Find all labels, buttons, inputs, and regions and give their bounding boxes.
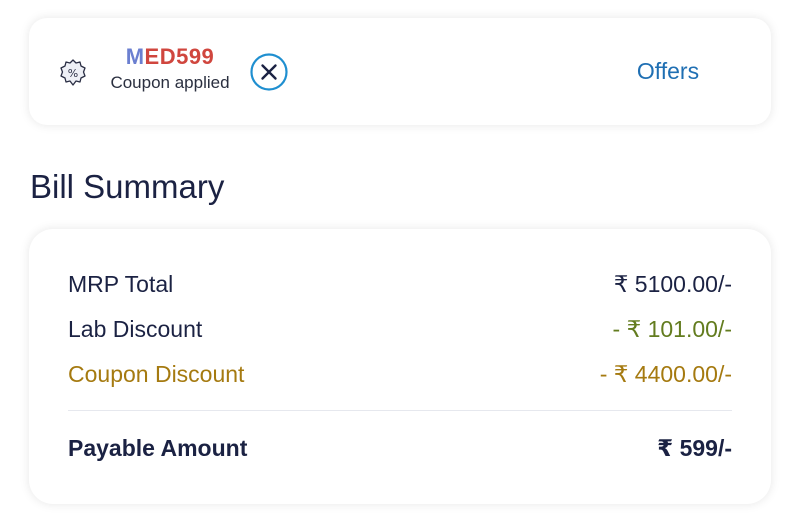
- summary-divider: [68, 410, 732, 411]
- coupon-code-rest: ED599: [144, 44, 215, 69]
- remove-coupon-button[interactable]: [249, 52, 289, 92]
- coupon-discount-value: - ₹ 4400.00/-: [599, 361, 732, 387]
- payable-amount-row: Payable Amount ₹ 599/-: [68, 431, 732, 465]
- coupon-discount-label: Coupon Discount: [68, 361, 245, 387]
- payable-amount-value: ₹ 599/-: [657, 435, 732, 461]
- coupon-code-first-letter: M: [125, 44, 145, 69]
- coupon-status: Coupon applied: [110, 73, 230, 92]
- lab-discount-value: - ₹ 101.00/-: [612, 316, 732, 342]
- mrp-total-value: ₹ 5100.00/-: [613, 271, 732, 297]
- lab-discount-row: Lab Discount - ₹ 101.00/-: [68, 312, 732, 346]
- coupon-discount-row: Coupon Discount - ₹ 4400.00/-: [68, 357, 732, 391]
- percent-badge-icon: %: [58, 58, 88, 88]
- lab-discount-label: Lab Discount: [68, 316, 203, 342]
- mrp-total-label: MRP Total: [68, 271, 174, 297]
- coupon-info: MED599 Coupon applied: [104, 44, 236, 94]
- bill-summary-title: Bill Summary: [30, 168, 225, 205]
- svg-text:%: %: [68, 67, 78, 80]
- mrp-total-row: MRP Total ₹ 5100.00/-: [68, 267, 732, 301]
- close-circle-icon: [250, 53, 288, 91]
- coupon-code: MED599: [104, 44, 236, 70]
- payable-amount-label: Payable Amount: [68, 435, 248, 461]
- offers-link[interactable]: Offers: [600, 56, 736, 86]
